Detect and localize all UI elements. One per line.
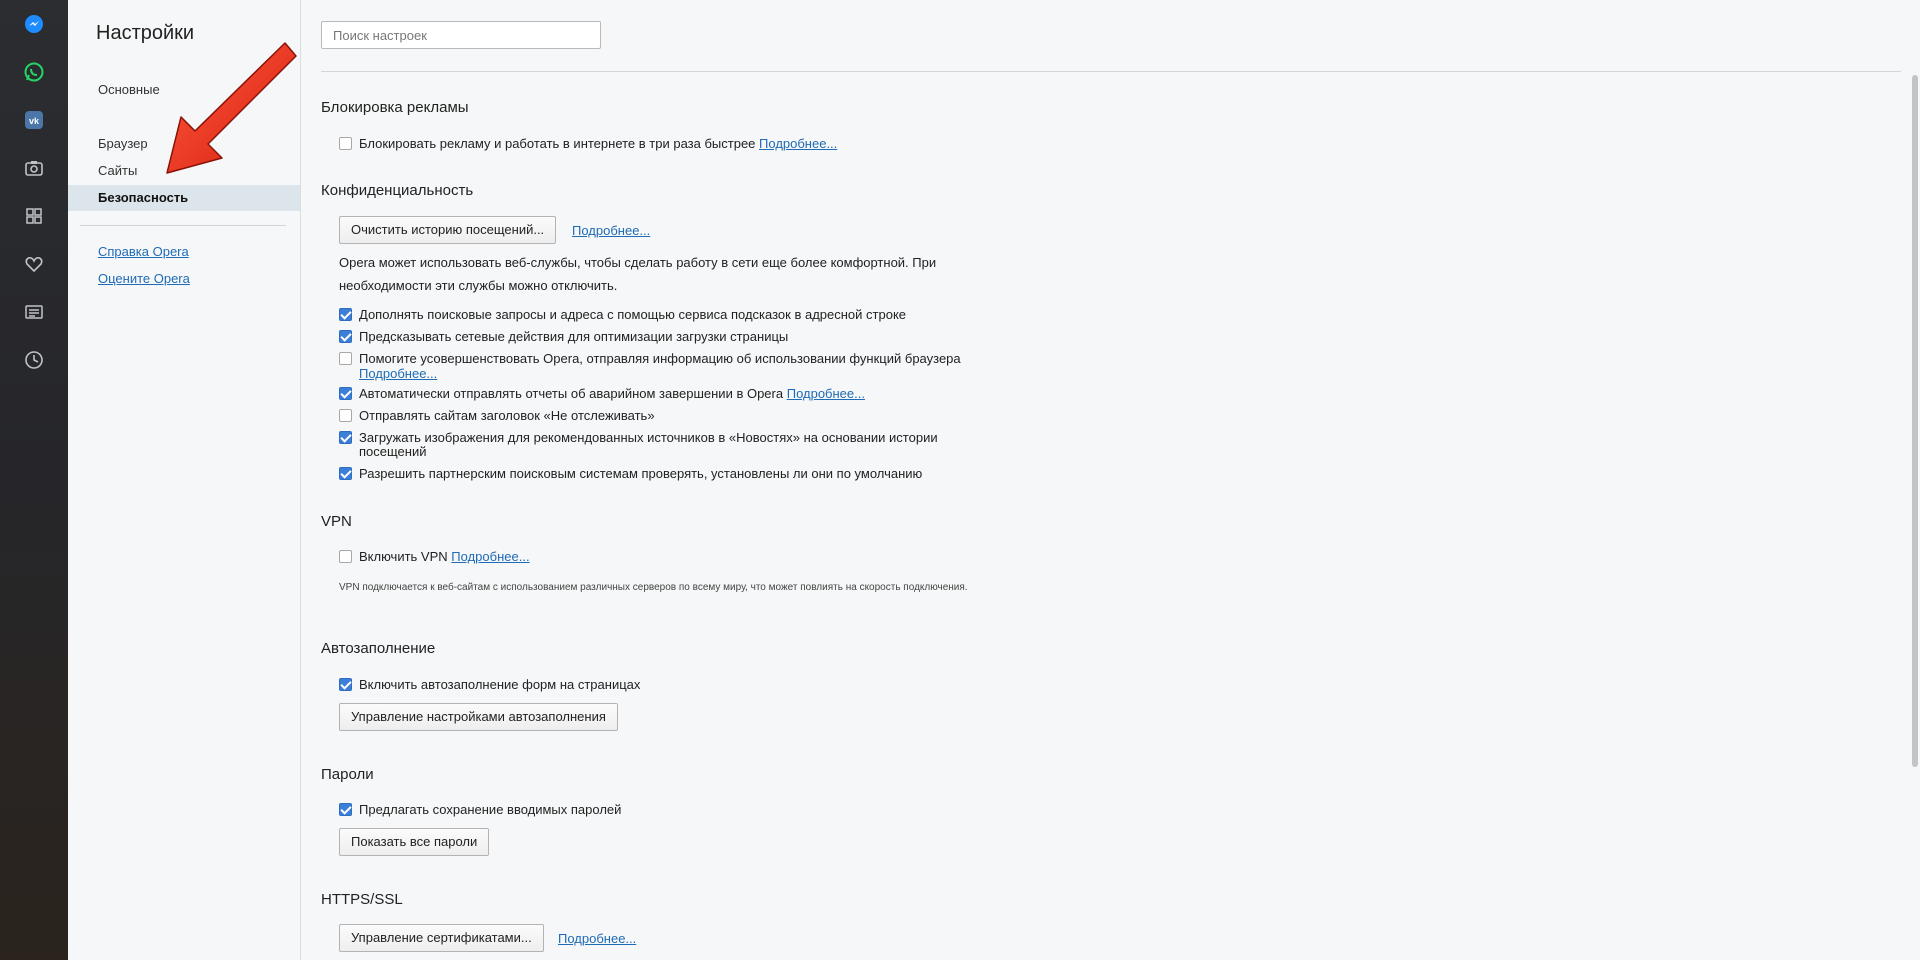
vpn-option: Включить VPN Подробнее...	[359, 550, 530, 564]
crash-reports-option: Автоматически отправлять отчеты об авари…	[359, 387, 865, 401]
search-settings-input[interactable]	[321, 21, 601, 49]
sidebar-item-security[interactable]: Безопасность	[68, 185, 300, 211]
section-title-vpn: VPN	[321, 513, 352, 530]
privacy-description: Opera может использовать веб-службы, что…	[339, 255, 937, 293]
section-title-https: HTTPS/SSL	[321, 891, 403, 908]
section-title-autofill: Автозаполнение	[321, 640, 436, 657]
rate-opera-link[interactable]: Оцените Opera	[98, 271, 190, 286]
predict-network-checkbox[interactable]	[339, 330, 352, 343]
content-divider	[321, 71, 1901, 72]
save-passwords-label: Предлагать сохранение вводимых паролей	[359, 802, 622, 817]
whatsapp-icon[interactable]	[22, 60, 46, 84]
section-title-passwords: Пароли	[321, 766, 374, 783]
news-images-label: Загружать изображения для рекомендованны…	[359, 430, 938, 459]
sidebar-divider	[80, 225, 286, 226]
sidebar-rail: vk	[0, 0, 68, 960]
autofill-settings-button[interactable]: Управление настройками автозаполнения	[339, 703, 618, 731]
usage-stats-label: Помогите усовершенствовать Opera, отправ…	[359, 351, 961, 366]
vpn-checkbox[interactable]	[339, 550, 352, 563]
annotation-arrow-icon	[166, 42, 297, 174]
adblock-checkbox[interactable]	[339, 137, 352, 150]
crash-reports-checkbox[interactable]	[339, 387, 352, 400]
show-passwords-button[interactable]: Показать все пароли	[339, 828, 490, 856]
adblock-option: Блокировать рекламу и работать в интерне…	[359, 137, 837, 151]
partner-search-checkbox[interactable]	[339, 467, 352, 480]
messenger-icon[interactable]	[22, 12, 46, 36]
news-images-checkbox[interactable]	[339, 431, 352, 444]
settings-content: Блокировка рекламы Блокировать рекламу и…	[300, 0, 1920, 960]
privacy-more-link[interactable]: Подробнее...	[572, 223, 650, 238]
heart-icon[interactable]	[22, 252, 46, 276]
adblock-label: Блокировать рекламу и работать в интерне…	[359, 136, 756, 151]
save-passwords-checkbox[interactable]	[339, 803, 352, 816]
manage-certificates-button[interactable]: Управление сертификатами...	[339, 924, 544, 952]
crash-reports-label: Автоматически отправлять отчеты об авари…	[359, 386, 784, 401]
search-suggestions-checkbox[interactable]	[339, 308, 352, 321]
section-title-privacy: Конфиденциальность	[321, 182, 474, 199]
partner-search-label: Разрешить партнерским поисковым системам…	[359, 466, 923, 481]
clear-history-button[interactable]: Очистить историю посещений...	[339, 216, 557, 244]
grid-icon[interactable]	[22, 204, 46, 228]
usage-stats-checkbox[interactable]	[339, 352, 352, 365]
adblock-more-link[interactable]: Подробнее...	[759, 136, 837, 151]
crash-reports-more-link[interactable]: Подробнее...	[787, 386, 865, 401]
usage-stats-more-link[interactable]: Подробнее...	[359, 366, 437, 381]
https-more-link[interactable]: Подробнее...	[558, 931, 636, 946]
autofill-label: Включить автозаполнение форм на страница…	[359, 677, 641, 692]
opera-help-link[interactable]: Справка Opera	[98, 244, 189, 259]
predict-network-label: Предсказывать сетевые действия для оптим…	[359, 329, 789, 344]
do-not-track-checkbox[interactable]	[339, 409, 352, 422]
autofill-checkbox[interactable]	[339, 678, 352, 691]
vk-icon[interactable]: vk	[22, 108, 46, 132]
search-suggestions-label: Дополнять поисковые запросы и адреса с п…	[359, 307, 907, 322]
vpn-more-link[interactable]: Подробнее...	[451, 549, 529, 564]
vpn-description: VPN подключается к веб-сайтам с использо…	[339, 582, 968, 593]
vpn-label: Включить VPN	[359, 549, 448, 564]
scrollbar[interactable]	[1912, 75, 1918, 767]
do-not-track-label: Отправлять сайтам заголовок «Не отслежив…	[359, 408, 655, 423]
news-icon[interactable]	[22, 300, 46, 324]
svg-text:vk: vk	[29, 116, 40, 126]
camera-icon[interactable]	[22, 156, 46, 180]
history-icon[interactable]	[22, 348, 46, 372]
section-title-adblock: Блокировка рекламы	[321, 99, 469, 116]
